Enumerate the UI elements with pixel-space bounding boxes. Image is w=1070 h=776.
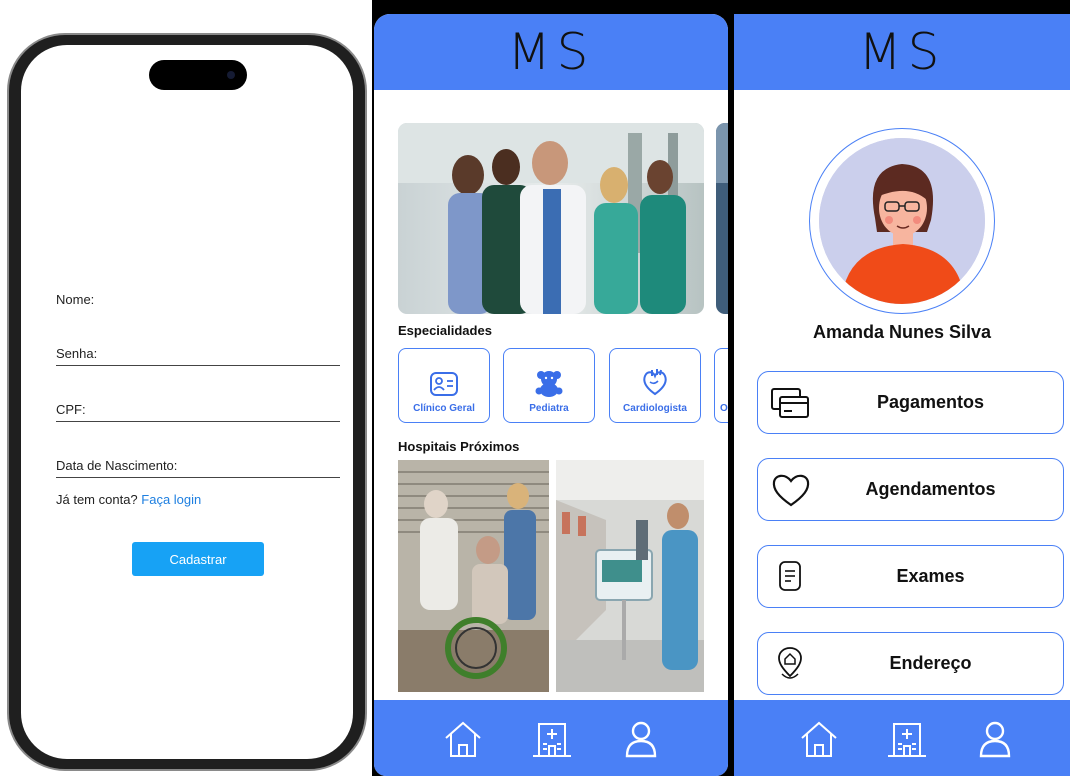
bottom-nav xyxy=(734,700,1070,776)
register-panel: Nome: Senha: CPF: Data de Nascimento: Já… xyxy=(0,0,372,776)
app-header: MS xyxy=(734,14,1070,90)
menu-appointments[interactable]: Agendamentos xyxy=(757,458,1064,521)
login-link[interactable]: Faça login xyxy=(141,492,201,507)
birthdate-field[interactable]: Data de Nascimento: xyxy=(56,458,340,478)
hospital-icon[interactable] xyxy=(531,718,573,760)
password-label: Senha: xyxy=(56,346,98,361)
app-logo: MS xyxy=(858,23,946,81)
cpf-field[interactable]: CPF: xyxy=(56,402,340,422)
menu-exams[interactable]: Exames xyxy=(757,545,1064,608)
doctors-team-photo xyxy=(398,123,704,314)
banner-image[interactable] xyxy=(398,123,704,314)
user-icon[interactable] xyxy=(620,718,662,760)
name-field[interactable]: Nome: xyxy=(56,292,340,311)
user-name: Amanda Nunes Silva xyxy=(812,322,992,342)
hospitals-title: Hospitais Próximos xyxy=(398,439,520,454)
heart-icon xyxy=(772,474,810,506)
woman-avatar-illustration xyxy=(819,138,985,304)
specialty-label: Clínico Geral xyxy=(413,403,475,414)
avatar-image xyxy=(819,138,985,304)
register-button[interactable]: Cadastrar xyxy=(132,542,264,576)
specialty-cardiologista[interactable]: Cardiologista xyxy=(609,348,701,423)
specialty-pediatra[interactable]: Pediatra xyxy=(503,348,595,423)
specialties-title: Especialidades xyxy=(398,323,492,338)
hospital-photo-1 xyxy=(398,460,549,692)
menu-address[interactable]: Endereço xyxy=(757,632,1064,695)
specialty-label: Cardiologista xyxy=(623,403,687,414)
dynamic-island xyxy=(149,60,247,90)
user-icon[interactable] xyxy=(974,718,1016,760)
menu-payments[interactable]: Pagamentos xyxy=(757,371,1064,434)
phone-screen: Nome: Senha: CPF: Data de Nascimento: Já… xyxy=(21,45,353,759)
hospital-card-2[interactable] xyxy=(556,460,704,692)
password-field[interactable]: Senha: xyxy=(56,346,340,366)
specialty-more[interactable]: O xyxy=(714,348,728,423)
teddy-bear-icon xyxy=(535,371,563,397)
specialty-label: Pediatra xyxy=(529,403,569,414)
id-card-icon xyxy=(430,372,458,396)
camera-dot xyxy=(227,71,235,79)
heart-organ-icon xyxy=(643,369,667,396)
login-prompt-text: Já tem conta? xyxy=(56,492,138,507)
home-icon[interactable] xyxy=(798,718,840,760)
app-header: MS xyxy=(374,14,728,90)
specialty-clinico-geral[interactable]: Clínico Geral xyxy=(398,348,490,423)
name-label: Nome: xyxy=(56,292,95,307)
bottom-nav xyxy=(374,700,728,776)
hospital-icon[interactable] xyxy=(886,718,928,760)
profile-screen: MS Amanda Nunes Silva Pagamentos Agendam… xyxy=(734,14,1070,776)
phone-frame: Nome: Senha: CPF: Data de Nascimento: Já… xyxy=(7,33,367,771)
cpf-label: CPF: xyxy=(56,402,86,417)
banner-next-photo xyxy=(716,123,728,314)
avatar[interactable] xyxy=(809,128,995,314)
hospital-photo-2 xyxy=(556,460,704,692)
document-icon xyxy=(779,560,801,591)
location-pin-icon xyxy=(778,646,802,679)
login-prompt: Já tem conta? Faça login xyxy=(56,492,201,507)
credit-cards-icon xyxy=(771,387,809,418)
app-logo: MS xyxy=(507,23,595,81)
hospital-card-1[interactable] xyxy=(398,460,549,692)
home-icon[interactable] xyxy=(442,718,484,760)
specialty-label: O xyxy=(720,403,728,414)
home-screen: MS Especialidades Clínico Geral Pediatra… xyxy=(374,14,728,776)
banner-next-image[interactable] xyxy=(716,123,728,314)
birthdate-label: Data de Nascimento: xyxy=(56,458,178,473)
